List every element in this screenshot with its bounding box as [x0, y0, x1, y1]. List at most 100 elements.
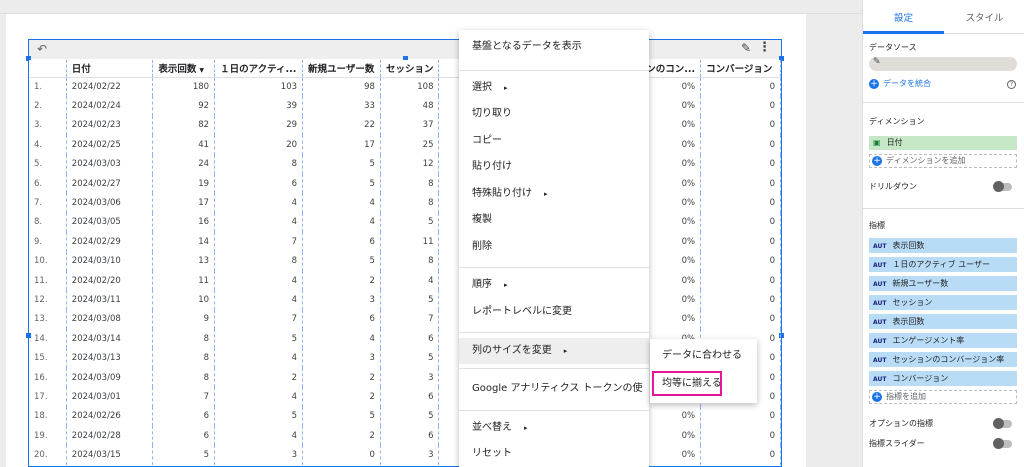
menu-item-order[interactable]: 順序 ▸ [459, 272, 649, 298]
col-header-sessions[interactable]: セッション [380, 60, 440, 78]
metric-chip[interactable]: AUT コンバージョン [869, 371, 1017, 386]
more-vert-icon[interactable]: ⋮ [758, 40, 771, 55]
top-band [0, 0, 862, 14]
metric-chip[interactable]: AUT 表示回数 [869, 314, 1017, 329]
cell-date: 2024/03/14 [66, 329, 154, 349]
cell-active-users: 7 [214, 232, 304, 252]
cell-date: 2024/02/24 [66, 96, 154, 116]
dimension-title: ディメンション [869, 117, 925, 126]
col-header-date[interactable]: 日付 [66, 60, 154, 78]
menu-item-sort[interactable]: 並べ替え ▸ [459, 415, 649, 441]
help-icon[interactable]: ? [1007, 80, 1016, 89]
metric-chip-label: 新規ユーザー数 [892, 279, 949, 288]
menu-item-duplicate[interactable]: 複製 [459, 207, 649, 233]
table-row[interactable]: 1. 2024/02/22 180 103 98 108 0% 0 [29, 77, 781, 97]
menu-item-paste[interactable]: 貼り付け [459, 154, 649, 180]
cell-new-users: 33 [302, 96, 381, 116]
row-index: 20. [29, 445, 67, 465]
cell-date: 2024/03/01 [66, 387, 154, 407]
table-row[interactable]: 11. 2024/02/20 11 4 2 4 0% 0 [29, 270, 781, 291]
tab-style[interactable]: スタイル [944, 10, 1024, 24]
cell-conversions: 0 [700, 426, 781, 446]
blend-data-button[interactable]: + データを統合 [869, 78, 931, 89]
cell-sessions: 5 [380, 290, 440, 310]
cell-active-users: 4 [214, 290, 304, 310]
plus-icon: + [869, 78, 879, 89]
dimension-chip-date[interactable]: ▣ 日付 [869, 136, 1017, 150]
col-header-active-users[interactable]: １日のアクティ... [214, 60, 304, 78]
cell-new-users: 3 [302, 348, 381, 368]
metric-chip[interactable]: AUT １日のアクティブ ユーザー [869, 257, 1017, 272]
metric-slider-toggle[interactable] [993, 438, 1012, 449]
sort-desc-icon[interactable]: ▼ [199, 67, 204, 74]
menu-item-delete[interactable]: 削除 [459, 234, 649, 260]
edit-pencil-icon[interactable]: ✎ [873, 57, 881, 67]
metric-chip[interactable]: AUT 新規ユーザー数 [869, 276, 1017, 291]
table-row[interactable]: 18. 2024/02/26 6 5 5 5 0% 0 [29, 406, 781, 427]
cell-sessions: 5 [380, 406, 440, 427]
col-header-views[interactable]: 表示回数 ▼ [152, 60, 216, 78]
menu-item-reset[interactable]: リセット [459, 441, 649, 467]
table-row[interactable]: 19. 2024/02/28 6 4 2 6 0% 0 [29, 426, 781, 446]
metric-chip[interactable]: AUT エンゲージメント率 [869, 333, 1017, 348]
optional-metrics-toggle[interactable] [993, 418, 1012, 429]
data-source-box[interactable]: ✎ [869, 57, 1017, 71]
header-row: 日付 表示回数 ▼ １日のアクティ... 新規ユーザー数 セッション ンのコン..… [29, 60, 781, 78]
add-dimension-button[interactable]: + ディメンションを追加 [869, 154, 1017, 168]
menu-item-select[interactable]: 選択 ▸ [459, 75, 649, 101]
cell-new-users: 2 [302, 426, 381, 446]
table-row[interactable]: 10. 2024/03/10 13 8 5 8 0% 0 [29, 251, 781, 271]
section-divider [863, 208, 1024, 209]
submenu-arrow-icon: ▸ [544, 190, 548, 198]
menu-divider [459, 267, 649, 268]
cell-date: 2024/02/26 [66, 406, 154, 427]
table-row[interactable]: 5. 2024/03/03 24 8 5 12 0% 0 [29, 154, 781, 174]
cell-date: 2024/03/06 [66, 193, 154, 213]
active-tab-indicator [863, 31, 944, 34]
menu-item-copy[interactable]: コピー [459, 128, 649, 154]
metrics-title: 指標 [869, 221, 885, 230]
table-row[interactable]: 2. 2024/02/24 92 39 33 48 0% 0 [29, 96, 781, 116]
cell-sessions: 25 [380, 135, 440, 155]
cell-conv-rate: 0% [640, 270, 702, 291]
undo-icon[interactable]: ↶ [37, 42, 47, 56]
add-metric-button[interactable]: + 指標を追加 [869, 390, 1017, 404]
table-row[interactable]: 20. 2024/03/15 5 3 0 3 0% 0 [29, 445, 781, 465]
menu-item-label: 列のサイズを変更 [472, 345, 552, 356]
add-metric-label: 指標を追加 [886, 392, 926, 401]
cell-views: 6 [152, 426, 216, 446]
menu-item-paste-special[interactable]: 特殊貼り付け ▸ [459, 181, 649, 207]
metric-chip[interactable]: AUT 表示回数 [869, 238, 1017, 253]
menu-item-ga-token[interactable]: Google アナリティクス トークンの使 [459, 376, 649, 402]
menu-item-make-report-level[interactable]: レポートレベルに変更 [459, 299, 649, 325]
cell-views: 92 [152, 96, 216, 116]
menu-item-show-underlying-data[interactable]: 基盤となるデータを表示 [459, 34, 649, 60]
table-row[interactable]: 12. 2024/03/11 10 4 3 5 0% 0 [29, 290, 781, 310]
col-header-new-users[interactable]: 新規ユーザー数 [302, 60, 381, 78]
data-source-title: データソース [869, 43, 917, 52]
tab-setup[interactable]: 設定 [863, 10, 944, 24]
submenu-arrow-icon: ▸ [524, 424, 528, 432]
cell-active-users: 4 [214, 426, 304, 446]
table-row[interactable]: 8. 2024/03/05 16 4 4 5 0% 0 [29, 212, 781, 233]
table-row[interactable]: 6. 2024/02/27 19 6 5 8 0% 0 [29, 173, 781, 194]
menu-item-cut[interactable]: 切り取り [459, 101, 649, 127]
aut-badge: AUT [873, 319, 887, 326]
submenu-item-fit-to-data[interactable]: データに合わせる [650, 344, 757, 368]
table-row[interactable]: 3. 2024/02/23 82 29 22 37 0% 0 [29, 115, 781, 136]
table-row[interactable]: 7. 2024/03/06 17 4 4 8 0% 0 [29, 193, 781, 213]
cell-new-users: 6 [302, 232, 381, 252]
metric-chip[interactable]: AUT セッション [869, 295, 1017, 310]
col-header-conversions[interactable]: コンバージョン [700, 60, 781, 78]
drilldown-toggle[interactable] [993, 181, 1012, 192]
cell-new-users: 5 [302, 154, 381, 174]
menu-item-resize-columns[interactable]: 列のサイズを変更 ▸ [459, 338, 649, 364]
table-row[interactable]: 13. 2024/03/08 9 7 6 7 0% 0 [29, 309, 781, 330]
cell-active-users: 3 [214, 445, 304, 465]
cell-sessions: 8 [380, 193, 440, 213]
col-header-conv-rate[interactable]: ンのコン... [640, 60, 702, 78]
edit-pencil-icon[interactable]: ✎ [741, 41, 751, 55]
table-row[interactable]: 9. 2024/02/29 14 7 6 11 0% 0 [29, 232, 781, 252]
metric-chip[interactable]: AUT セッションのコンバージョン率 [869, 352, 1017, 367]
table-row[interactable]: 4. 2024/02/25 41 20 17 25 0% 0 [29, 135, 781, 155]
